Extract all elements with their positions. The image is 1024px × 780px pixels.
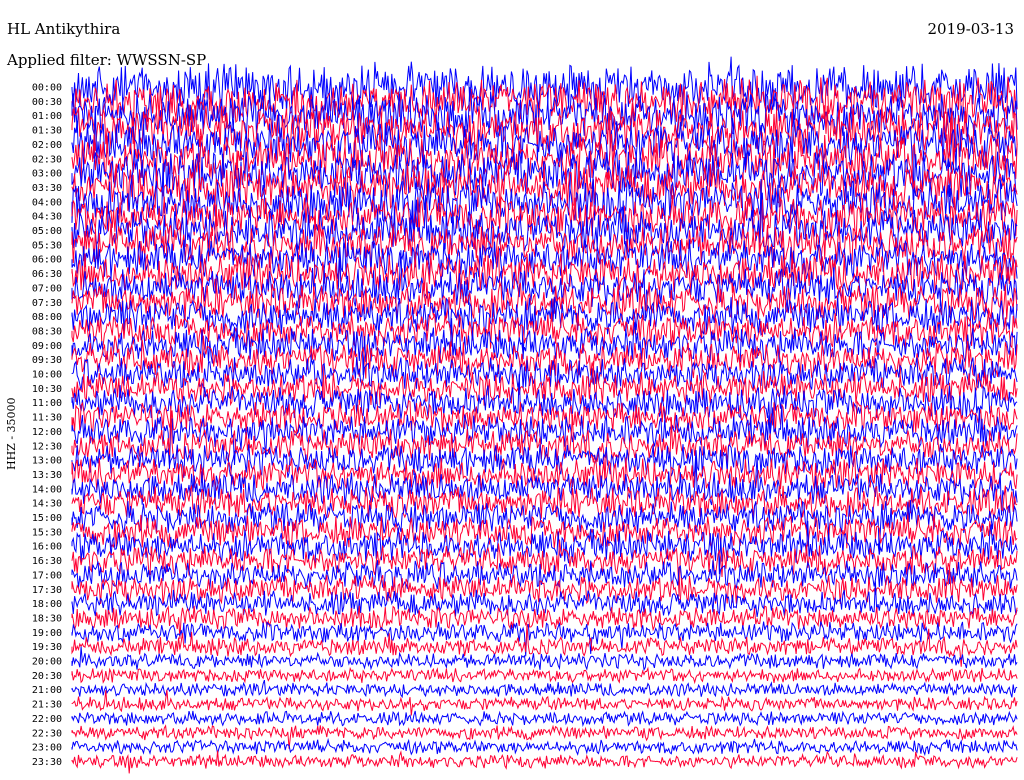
time-tick-label: 08:00 xyxy=(32,312,62,323)
trace-line xyxy=(71,621,1018,657)
time-tick-label: 22:30 xyxy=(32,728,62,739)
time-tick-label: 21:00 xyxy=(32,685,62,696)
time-tick-label: 10:00 xyxy=(32,370,62,381)
time-tick-label: 17:30 xyxy=(32,585,62,596)
time-tick-label: 02:30 xyxy=(32,154,62,165)
time-tick-label: 15:30 xyxy=(32,527,62,538)
time-tick-label: 11:00 xyxy=(32,398,62,409)
time-tick-label: 19:30 xyxy=(32,642,62,653)
trace-line xyxy=(71,737,1018,757)
time-tick-label: 18:00 xyxy=(32,599,62,610)
time-tick-label: 14:30 xyxy=(32,499,62,510)
time-tick-label: 00:30 xyxy=(32,97,62,108)
time-tick-label: 16:30 xyxy=(32,556,62,567)
time-tick-label: 13:30 xyxy=(32,470,62,481)
time-tick-label: 15:00 xyxy=(32,513,62,524)
time-tick-label: 12:00 xyxy=(32,427,62,438)
time-tick-label: 17:00 xyxy=(32,570,62,581)
seismogram-plot: 00:00 00:30 01:00 01:30 02:00 02:30 03:00 03:30… xyxy=(32,56,1018,774)
time-tick-label: 20:00 xyxy=(32,657,62,668)
time-tick-label: 19:00 xyxy=(32,628,62,639)
time-tick-label: 12:30 xyxy=(32,441,62,452)
time-tick-label: 20:30 xyxy=(32,671,62,682)
time-tick-label: 09:30 xyxy=(32,355,62,366)
time-tick-label: 02:00 xyxy=(32,140,62,151)
time-tick-label: 04:30 xyxy=(32,212,62,223)
time-tick-label: 05:00 xyxy=(32,226,62,237)
time-tick-label: 23:30 xyxy=(32,757,62,768)
trace-group xyxy=(71,56,1018,774)
trace-line xyxy=(71,374,1018,433)
time-tick-label: 06:30 xyxy=(32,269,62,280)
time-axis: 00:00 00:30 01:00 01:30 02:00 02:30 03:00 03:30… xyxy=(32,83,62,768)
time-tick-label: 13:00 xyxy=(32,456,62,467)
time-tick-label: 03:00 xyxy=(32,169,62,180)
time-tick-label: 23:00 xyxy=(32,743,62,754)
time-tick-label: 14:00 xyxy=(32,484,62,495)
trace-line xyxy=(71,689,1018,716)
time-tick-label: 16:00 xyxy=(32,542,62,553)
time-tick-label: 08:30 xyxy=(32,326,62,337)
time-tick-label: 06:00 xyxy=(32,255,62,266)
trace-line xyxy=(71,679,1018,699)
time-tick-label: 01:30 xyxy=(32,126,62,137)
time-tick-label: 00:00 xyxy=(32,83,62,94)
time-tick-label: 04:00 xyxy=(32,197,62,208)
trace-line xyxy=(71,750,1018,774)
time-tick-label: 10:30 xyxy=(32,384,62,395)
time-tick-label: 11:30 xyxy=(32,413,62,424)
time-tick-label: 22:00 xyxy=(32,714,62,725)
time-tick-label: 03:30 xyxy=(32,183,62,194)
time-tick-label: 09:00 xyxy=(32,341,62,352)
time-tick-label: 01:00 xyxy=(32,111,62,122)
time-tick-label: 05:30 xyxy=(32,240,62,251)
time-tick-label: 07:30 xyxy=(32,298,62,309)
time-tick-label: 21:30 xyxy=(32,700,62,711)
trace-line xyxy=(71,710,1018,727)
time-tick-label: 18:30 xyxy=(32,613,62,624)
trace-line xyxy=(71,666,1018,685)
time-tick-label: 07:00 xyxy=(32,283,62,294)
